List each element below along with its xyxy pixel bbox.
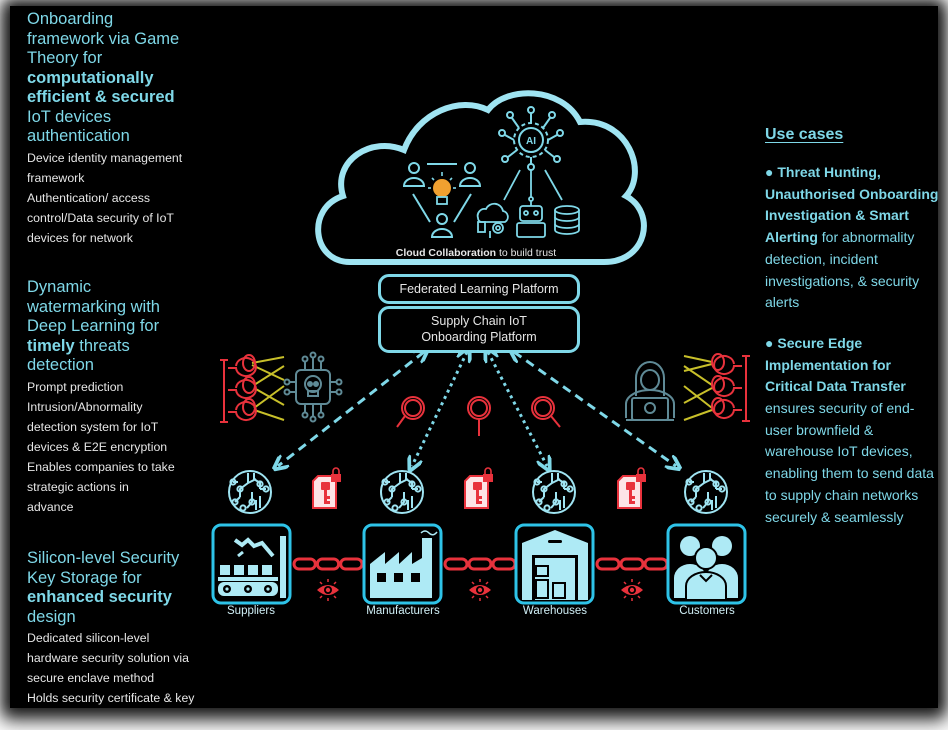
federated-label: Federated Learning Platform bbox=[399, 282, 559, 296]
cloud-shape bbox=[315, 90, 647, 265]
circuit-brain-icon bbox=[380, 470, 424, 514]
node-box-manufacturers bbox=[362, 523, 443, 605]
supply-chain-diagram: AI Cloud Collaboration to build trust bbox=[211, 90, 750, 605]
magnifier-icon bbox=[396, 396, 425, 428]
node-box-warehouses bbox=[514, 523, 595, 605]
key-document-icon bbox=[617, 467, 646, 509]
node-label-customers: Customers bbox=[679, 605, 735, 617]
magnifier-icon bbox=[467, 396, 491, 436]
arrow-to-warehouses bbox=[488, 352, 547, 466]
supply-chain-onboarding-platform: Supply Chain IoT Onboarding Platform bbox=[378, 306, 580, 353]
chain-link-icon bbox=[595, 557, 669, 571]
circuit-brain-icon bbox=[684, 470, 728, 514]
federated-learning-platform: Federated Learning Platform bbox=[378, 274, 580, 304]
hacker-icon bbox=[625, 361, 675, 421]
spotlights-right-icon bbox=[683, 353, 750, 422]
ai-label: AI bbox=[526, 136, 536, 147]
magnifier-icons bbox=[396, 396, 561, 436]
key-document-icon bbox=[464, 467, 493, 509]
arrow-to-customers bbox=[514, 352, 676, 466]
cloud-caption-bold: Cloud Collaboration bbox=[396, 247, 496, 259]
node-label-suppliers: Suppliers bbox=[227, 605, 275, 617]
eye-icon bbox=[621, 579, 643, 601]
node-label-warehouses: Warehouses bbox=[522, 605, 588, 617]
circuit-brain-icon bbox=[228, 470, 272, 514]
node-label-manufacturers: Manufacturers bbox=[366, 605, 440, 617]
eye-icon bbox=[469, 579, 491, 601]
spotlights-left-icon bbox=[220, 354, 285, 423]
cloud-caption: Cloud Collaboration to build trust bbox=[396, 247, 557, 259]
key-document-icons bbox=[312, 467, 646, 509]
magnifier-icon bbox=[531, 396, 561, 428]
chain-link-icons bbox=[292, 557, 669, 601]
connection-arrows bbox=[278, 352, 676, 466]
warehouse-icon bbox=[522, 530, 588, 600]
key-document-icon bbox=[312, 467, 341, 509]
onboarding-label-line: Supply Chain IoT bbox=[431, 314, 527, 328]
malicious-chip-icon bbox=[283, 351, 343, 423]
chain-link-icon bbox=[292, 557, 364, 571]
node-box-customers bbox=[666, 523, 747, 605]
node-box-suppliers bbox=[211, 523, 292, 605]
circuit-brain-icon bbox=[532, 470, 576, 514]
eye-icon bbox=[317, 579, 339, 601]
chain-link-icon bbox=[443, 557, 517, 571]
cloud-caption-rest: to build trust bbox=[496, 247, 556, 259]
onboarding-label-line: Onboarding Platform bbox=[421, 330, 537, 344]
